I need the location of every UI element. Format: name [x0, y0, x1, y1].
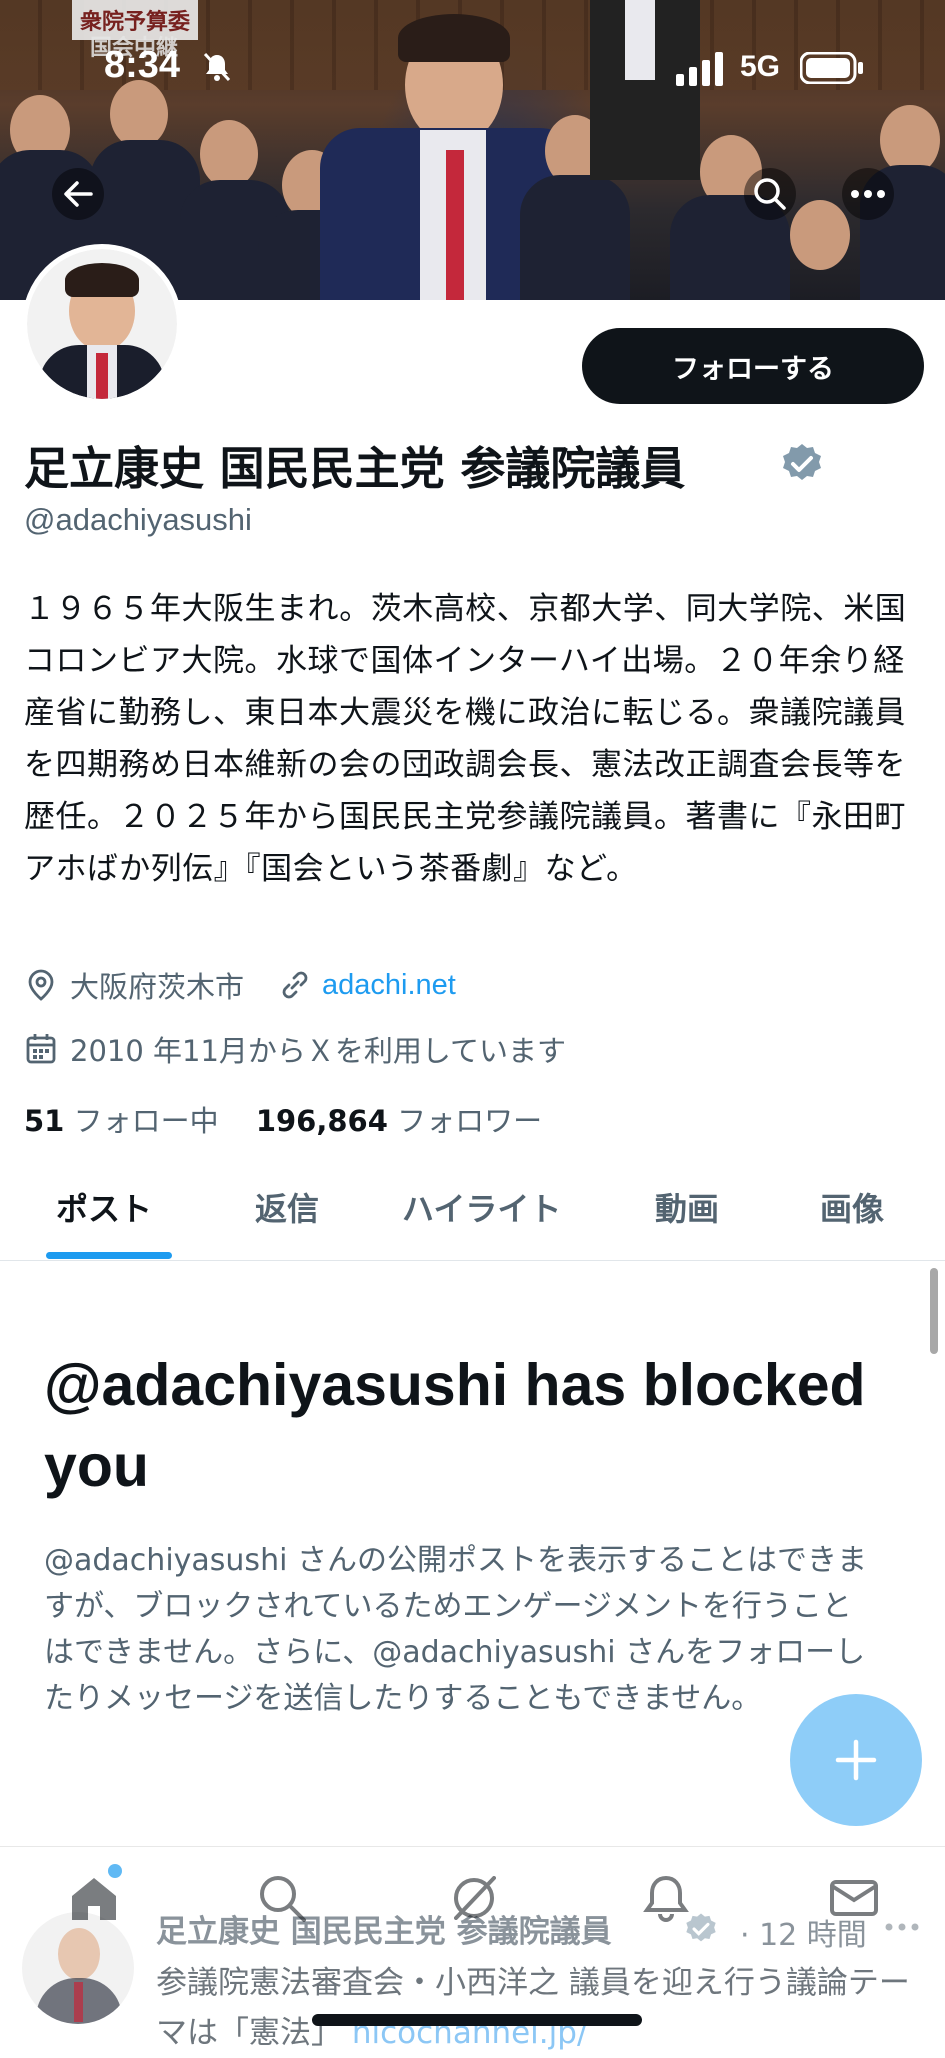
profile-avatar[interactable] — [22, 244, 182, 404]
verified-badge-icon — [783, 444, 821, 480]
explore-search-icon[interactable] — [254, 1870, 310, 1926]
more-button[interactable] — [842, 168, 894, 220]
followers-count: 196,864 — [255, 1104, 388, 1138]
search-button[interactable] — [744, 168, 796, 220]
location-pin-icon — [28, 969, 54, 1001]
status-time: 8:34 — [104, 44, 181, 86]
back-button[interactable] — [52, 168, 104, 220]
profile-handle: @adachiyasushi — [24, 502, 252, 537]
notifications-bell-icon[interactable] — [638, 1870, 694, 1926]
profile-location: 大阪府茨木市 — [70, 970, 245, 1004]
profile-tabs: ポスト 返信 ハイライト 動画 画像 — [0, 1168, 945, 1261]
tab-posts[interactable]: ポスト — [56, 1184, 152, 1230]
notification-dot — [108, 1864, 122, 1878]
scrollbar[interactable] — [930, 1268, 938, 1354]
profile-display-name: 足立康史 国民民主党 参議院議員 — [24, 432, 685, 497]
tweet-author-name: 足立康史 国民民主党 参議院議員 — [156, 1914, 612, 1950]
active-tab-indicator — [46, 1252, 172, 1259]
following-label: フォロー中 — [73, 1104, 219, 1138]
plus-icon — [835, 1739, 877, 1781]
tab-videos[interactable]: 動画 — [655, 1184, 719, 1230]
blocked-title: @adachiyasushi has blocked you — [44, 1352, 866, 1499]
tab-replies[interactable]: 返信 — [255, 1184, 319, 1230]
profile-meta-row: 大阪府茨木市 adachi.net — [24, 964, 456, 1006]
compose-fab-button[interactable] — [790, 1694, 922, 1826]
tweet-more-icon[interactable] — [884, 1922, 920, 1932]
signal-icon — [676, 52, 723, 86]
back-arrow-icon — [64, 181, 93, 207]
search-icon — [754, 178, 786, 210]
following-count: 51 — [24, 1104, 65, 1138]
profile-bio: １９６５年大阪生まれ。茨木高校、京都大学、同大学院、米国コロンビア大院。水球で国… — [24, 591, 907, 887]
link-icon — [282, 971, 308, 999]
followers-label: フォロワー — [397, 1104, 543, 1138]
home-indicator[interactable] — [312, 2014, 642, 2026]
follow-button[interactable]: フォローする — [582, 328, 924, 404]
profile-counts: 51 フォロー中 196,864 フォロワー — [24, 1098, 542, 1140]
display-name-text: 足立康史 国民民主党 参議院議員 — [24, 442, 686, 495]
tab-highlights[interactable]: ハイライト — [402, 1184, 561, 1230]
bell-muted-icon — [203, 52, 231, 82]
following-link[interactable]: 51 フォロー中 — [24, 1104, 219, 1138]
followers-link[interactable]: 196,864 フォロワー — [256, 1104, 542, 1138]
messages-mail-icon[interactable] — [826, 1870, 882, 1926]
profile-joined: 2010 年11月からＸを利用しています — [70, 1034, 567, 1068]
battery-icon — [800, 52, 863, 84]
profile-joined-row: 2010 年11月からＸを利用しています — [24, 1028, 566, 1070]
tweet-text: 参議院憲法審査会・小西洋之 議員を迎え行う議論テーマは「憲法」 nicochan… — [156, 1958, 936, 2058]
more-icon — [851, 190, 885, 198]
calendar-icon — [26, 1034, 56, 1064]
grok-icon[interactable] — [446, 1870, 502, 1926]
network-label: 5G — [740, 50, 781, 83]
profile-website-link[interactable]: adachi.net — [322, 969, 456, 1002]
tab-images[interactable]: 画像 — [820, 1184, 884, 1230]
tweet-author-avatar[interactable] — [22, 1912, 134, 2024]
blocked-description: @adachiyasushi さんの公開ポストを表示することはできますが、ブロッ… — [44, 1543, 867, 1716]
home-icon[interactable] — [66, 1870, 122, 1926]
